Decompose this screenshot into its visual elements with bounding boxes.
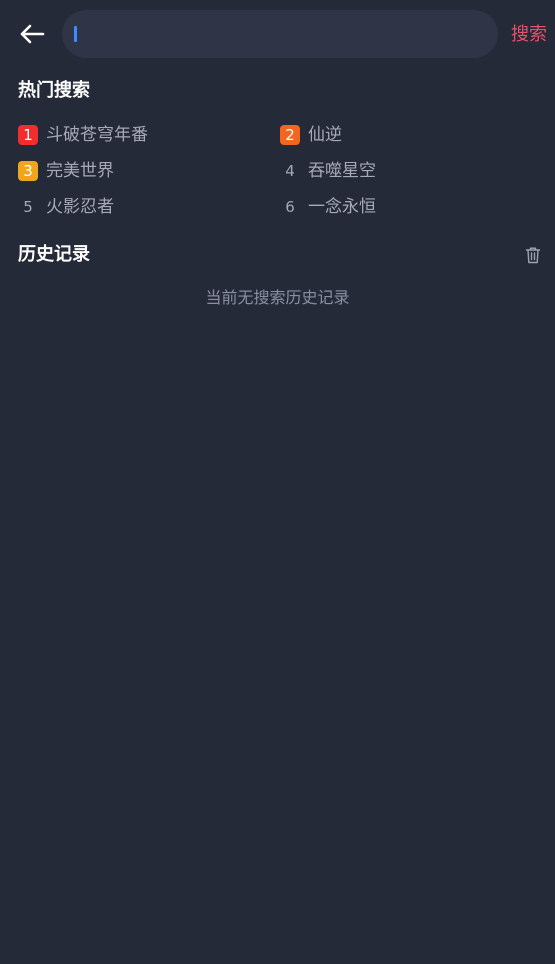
hot-search-label: 一念永恒 xyxy=(308,197,376,217)
hot-search-item-2[interactable]: 2 仙逆 xyxy=(280,121,342,149)
clear-history-button[interactable] xyxy=(523,245,543,265)
hot-search-item-1[interactable]: 1 斗破苍穹年番 xyxy=(18,121,148,149)
rank-number: 5 xyxy=(23,198,33,216)
search-box[interactable] xyxy=(62,10,498,58)
hot-search-item-4[interactable]: 4 吞噬星空 xyxy=(280,157,376,185)
hot-search-label: 吞噬星空 xyxy=(308,161,376,181)
trash-icon xyxy=(525,247,541,264)
search-top-bar: 搜索 xyxy=(0,0,555,70)
hot-search-label: 斗破苍穹年番 xyxy=(46,125,148,145)
empty-history-message: 当前无搜索历史记录 xyxy=(205,288,350,307)
text-cursor xyxy=(74,26,77,42)
rank-number: 4 xyxy=(285,162,295,180)
hot-search-title: 热门搜索 xyxy=(18,80,90,101)
search-button[interactable]: 搜索 xyxy=(511,23,547,47)
rank-badge: 3 xyxy=(18,161,38,181)
hot-search-item-3[interactable]: 3 完美世界 xyxy=(18,157,114,185)
search-input[interactable] xyxy=(78,10,482,58)
arrow-left-icon xyxy=(20,24,45,44)
rank-number: 6 xyxy=(285,198,295,216)
rank-badge: 2 xyxy=(280,125,300,145)
hot-search-label: 仙逆 xyxy=(308,125,342,145)
search-page: 搜索 热门搜索 1 斗破苍穹年番 2 仙逆 3 完美世界 4 吞噬星空 5 火影… xyxy=(0,0,555,964)
hot-search-label: 火影忍者 xyxy=(46,197,114,217)
hot-search-item-6[interactable]: 6 一念永恒 xyxy=(280,193,376,221)
rank-badge: 1 xyxy=(18,125,38,145)
back-button[interactable] xyxy=(12,14,52,54)
hot-search-label: 完美世界 xyxy=(46,161,114,181)
history-title: 历史记录 xyxy=(18,244,90,265)
hot-search-item-5[interactable]: 5 火影忍者 xyxy=(18,193,114,221)
